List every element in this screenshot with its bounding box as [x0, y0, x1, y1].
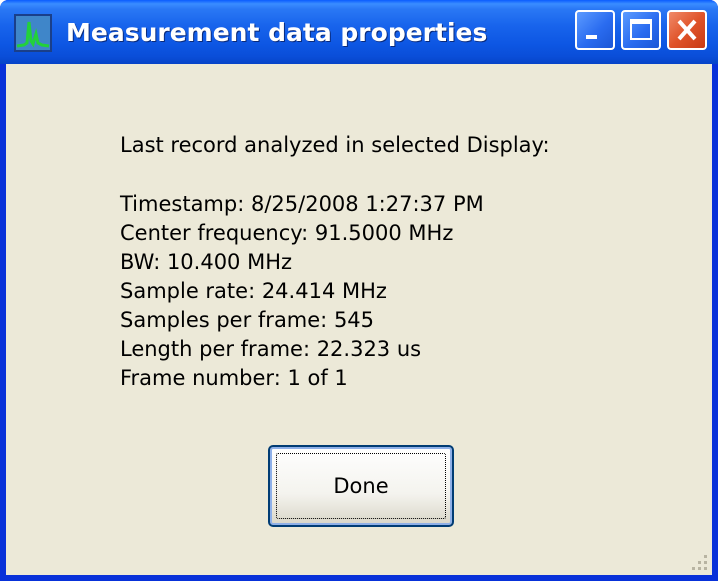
- timestamp-text: Timestamp: 8/25/2008 1:27:37 PM: [120, 192, 484, 216]
- bandwidth-text: BW: 10.400 MHz: [120, 250, 293, 274]
- maximize-button[interactable]: [621, 10, 661, 50]
- minimize-button[interactable]: [575, 10, 615, 50]
- title-bar[interactable]: Measurement data properties: [0, 0, 718, 64]
- done-button[interactable]: Done: [268, 445, 454, 527]
- dialog-window: Measurement data properties Last record …: [0, 0, 718, 581]
- panel-heading: Last record analyzed in selected Display…: [120, 133, 550, 157]
- focus-ring: [276, 453, 446, 519]
- dialog-body: Last record analyzed in selected Display…: [6, 64, 712, 575]
- maximize-icon: [630, 19, 652, 40]
- resize-grip-icon[interactable]: [688, 551, 710, 573]
- center-frequency-text: Center frequency: 91.5000 MHz: [120, 221, 454, 245]
- properties-panel: Last record analyzed in selected Display…: [120, 130, 550, 393]
- length-per-frame-text: Length per frame: 22.323 us: [120, 337, 422, 361]
- samples-per-frame-text: Samples per frame: 545: [120, 308, 375, 332]
- frame-number-text: Frame number: 1 of 1: [120, 366, 348, 390]
- property-list: Timestamp: 8/25/2008 1:27:37 PM Center f…: [120, 190, 550, 393]
- close-button[interactable]: [667, 10, 707, 50]
- sample-rate-text: Sample rate: 24.414 MHz: [120, 279, 387, 303]
- spectrum-app-icon: [14, 14, 52, 52]
- close-icon: [677, 19, 697, 41]
- window-title: Measurement data properties: [66, 18, 488, 47]
- minimize-icon: [586, 35, 597, 39]
